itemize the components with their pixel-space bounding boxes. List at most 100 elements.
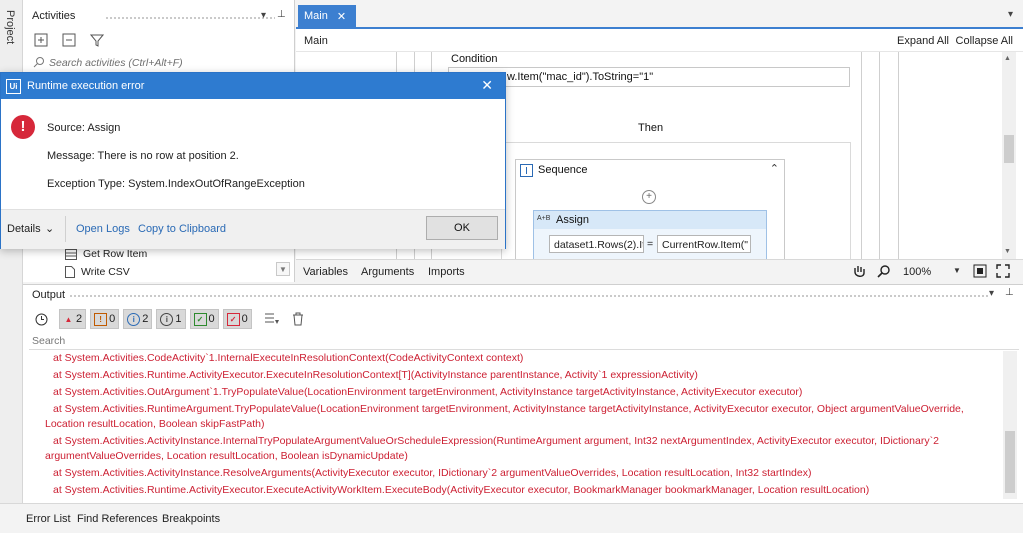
container-border bbox=[898, 52, 899, 260]
activity-item-label: Get Row Item bbox=[83, 248, 148, 260]
scroll-up-arrow[interactable]: ▲ bbox=[1004, 55, 1011, 62]
warning-count: 0 bbox=[109, 313, 116, 325]
designer-scrollbar[interactable]: ▲ ▼ bbox=[1002, 52, 1016, 260]
filter-info[interactable]: i 2 bbox=[123, 309, 153, 329]
assign-title: Assign bbox=[556, 214, 590, 226]
close-icon[interactable]: ✕ bbox=[481, 77, 493, 94]
open-logs-link[interactable]: Open Logs bbox=[76, 223, 130, 235]
designer-bottom-bar: Variables Arguments Imports 100% ▼ bbox=[296, 259, 1023, 282]
dialog-footer: Details ⌄ Open Logs Copy to Clipboard OK bbox=[1, 209, 505, 249]
dialog-title: Runtime execution error bbox=[27, 80, 145, 92]
info-count: 2 bbox=[142, 313, 149, 325]
filter-warnings[interactable]: ! 0 bbox=[90, 309, 120, 329]
log-line: at System.Activities.RuntimeArgument.Try… bbox=[45, 403, 964, 430]
chevron-down-icon[interactable]: ▼ bbox=[953, 266, 961, 275]
output-search[interactable]: Search bbox=[29, 333, 1019, 350]
trace-count: 1 bbox=[175, 313, 182, 325]
filter-success[interactable]: ✓ 0 bbox=[189, 309, 219, 329]
tab-variables[interactable]: Variables bbox=[303, 266, 348, 278]
scroll-down-arrow[interactable]: ▼ bbox=[1004, 248, 1011, 255]
collapse-icon[interactable]: ⌃ bbox=[770, 162, 779, 175]
tab-imports[interactable]: Imports bbox=[428, 266, 465, 278]
panel-grip bbox=[69, 294, 989, 298]
failed-check-icon: ✓ bbox=[226, 312, 240, 326]
then-label: Then bbox=[638, 122, 664, 134]
assign-icon: A+B bbox=[537, 215, 551, 222]
condition-expression: w.Item("mac_id").ToString="1" bbox=[507, 71, 654, 83]
assign-header: A+B Assign bbox=[534, 211, 766, 229]
add-activity-icon[interactable]: + bbox=[642, 190, 656, 204]
chevron-down-icon[interactable]: ▾ bbox=[989, 288, 994, 299]
zoom-icon[interactable] bbox=[877, 264, 891, 278]
success-check-icon: ✓ bbox=[193, 312, 207, 326]
chevron-down-icon[interactable]: ⌄ bbox=[45, 222, 54, 235]
tab-arguments[interactable]: Arguments bbox=[361, 266, 414, 278]
overview-icon[interactable] bbox=[996, 264, 1010, 278]
condition-label: Condition bbox=[451, 53, 498, 65]
search-icon bbox=[33, 56, 45, 68]
scrollbar-thumb[interactable] bbox=[1004, 135, 1014, 163]
scroll-down-arrow[interactable]: ▼ bbox=[276, 262, 290, 276]
chevron-down-icon[interactable]: ▾ bbox=[261, 10, 266, 21]
output-log: at System.Activities.CodeActivity`1.Inte… bbox=[23, 351, 998, 498]
output-panel: Output ▾ ⊥ ▲ 2 ! 0 i 2 i 1 ✓ 0 ✓ 0 Searc… bbox=[23, 284, 1023, 503]
file-icon bbox=[65, 266, 75, 278]
hand-pan-icon[interactable] bbox=[852, 264, 866, 278]
divider bbox=[65, 216, 66, 242]
error-source: Source: Assign bbox=[47, 122, 121, 134]
close-icon[interactable]: ✕ bbox=[337, 10, 346, 23]
chevron-down-icon[interactable]: ▾ bbox=[1008, 9, 1013, 20]
log-line: at System.Activities.CodeActivity`1.Inte… bbox=[53, 352, 524, 364]
filter-errors[interactable]: ▲ 2 bbox=[59, 309, 87, 329]
zoom-level[interactable]: 100% bbox=[903, 266, 931, 278]
bottom-tab-bar: Error List Find References Breakpoints bbox=[0, 503, 1023, 533]
activity-item-label: Write CSV bbox=[81, 266, 130, 278]
activity-item-get-row-item[interactable]: Get Row Item bbox=[65, 248, 147, 260]
collapse-all-icon[interactable] bbox=[59, 30, 79, 50]
log-line: at System.Activities.ActivityInstance.Re… bbox=[53, 467, 812, 479]
runtime-error-dialog: Ui Runtime execution error ✕ ! Source: A… bbox=[0, 72, 506, 249]
expand-all-button[interactable]: Expand All bbox=[897, 35, 949, 47]
assign-to-input[interactable]: dataset1.Rows(2).It bbox=[549, 235, 644, 253]
info-icon: i bbox=[127, 312, 141, 326]
output-search-placeholder: Search bbox=[32, 335, 66, 347]
scrollbar-thumb[interactable] bbox=[1005, 431, 1015, 493]
tab-breakpoints[interactable]: Breakpoints bbox=[162, 513, 220, 525]
failed-count: 0 bbox=[241, 313, 248, 325]
ok-button[interactable]: OK bbox=[426, 216, 498, 240]
collapse-all-button[interactable]: Collapse All bbox=[956, 35, 1013, 47]
filter-trace[interactable]: i 1 bbox=[156, 309, 186, 329]
tab-find-references[interactable]: Find References bbox=[77, 513, 158, 525]
clear-trash-icon[interactable] bbox=[292, 312, 304, 326]
tab-main[interactable]: Main ✕ bbox=[298, 5, 356, 27]
fit-to-screen-icon[interactable] bbox=[973, 264, 987, 278]
expand-all-icon[interactable] bbox=[31, 30, 51, 50]
pin-icon[interactable]: ⊥ bbox=[1005, 287, 1014, 298]
activities-search-placeholder: Search activities (Ctrl+Alt+F) bbox=[49, 57, 183, 69]
details-button[interactable]: Details bbox=[7, 223, 41, 235]
sequence-activity[interactable]: Sequence ⌃ + A+B Assign dataset1.Rows(2)… bbox=[515, 159, 785, 260]
tab-error-list[interactable]: Error List bbox=[26, 513, 71, 525]
project-side-tab[interactable]: Project bbox=[4, 10, 16, 44]
breadcrumb[interactable]: Main bbox=[304, 35, 328, 47]
dialog-titlebar: Ui Runtime execution error ✕ bbox=[1, 73, 505, 99]
output-scrollbar[interactable] bbox=[1003, 351, 1017, 499]
trace-icon: i bbox=[160, 312, 174, 326]
condition-input[interactable]: w.Item("mac_id").ToString="1" bbox=[448, 67, 850, 87]
error-message: Message: There is no row at position 2. bbox=[47, 150, 239, 162]
assign-value-input[interactable]: CurrentRow.Item(" bbox=[657, 235, 751, 253]
error-triangle-icon: ▲ bbox=[64, 314, 73, 324]
clock-icon[interactable] bbox=[35, 313, 55, 326]
assign-activity[interactable]: A+B Assign dataset1.Rows(2).It = Current… bbox=[533, 210, 767, 260]
error-exception-type: Exception Type: System.IndexOutOfRangeEx… bbox=[47, 178, 305, 190]
filter-icon[interactable] bbox=[87, 30, 107, 50]
activities-title: Activities bbox=[32, 10, 76, 22]
copy-to-clipboard-link[interactable]: Copy to Clipboard bbox=[138, 223, 226, 235]
list-filter-icon[interactable] bbox=[264, 312, 280, 326]
container-border bbox=[879, 52, 880, 260]
activities-search[interactable]: Search activities (Ctrl+Alt+F) bbox=[27, 54, 291, 73]
activity-item-write-csv[interactable]: Write CSV bbox=[65, 266, 130, 278]
filter-failed[interactable]: ✓ 0 bbox=[222, 309, 252, 329]
output-toolbar: ▲ 2 ! 0 i 2 i 1 ✓ 0 ✓ 0 bbox=[35, 309, 304, 329]
pin-icon[interactable]: ⊥ bbox=[277, 9, 286, 20]
